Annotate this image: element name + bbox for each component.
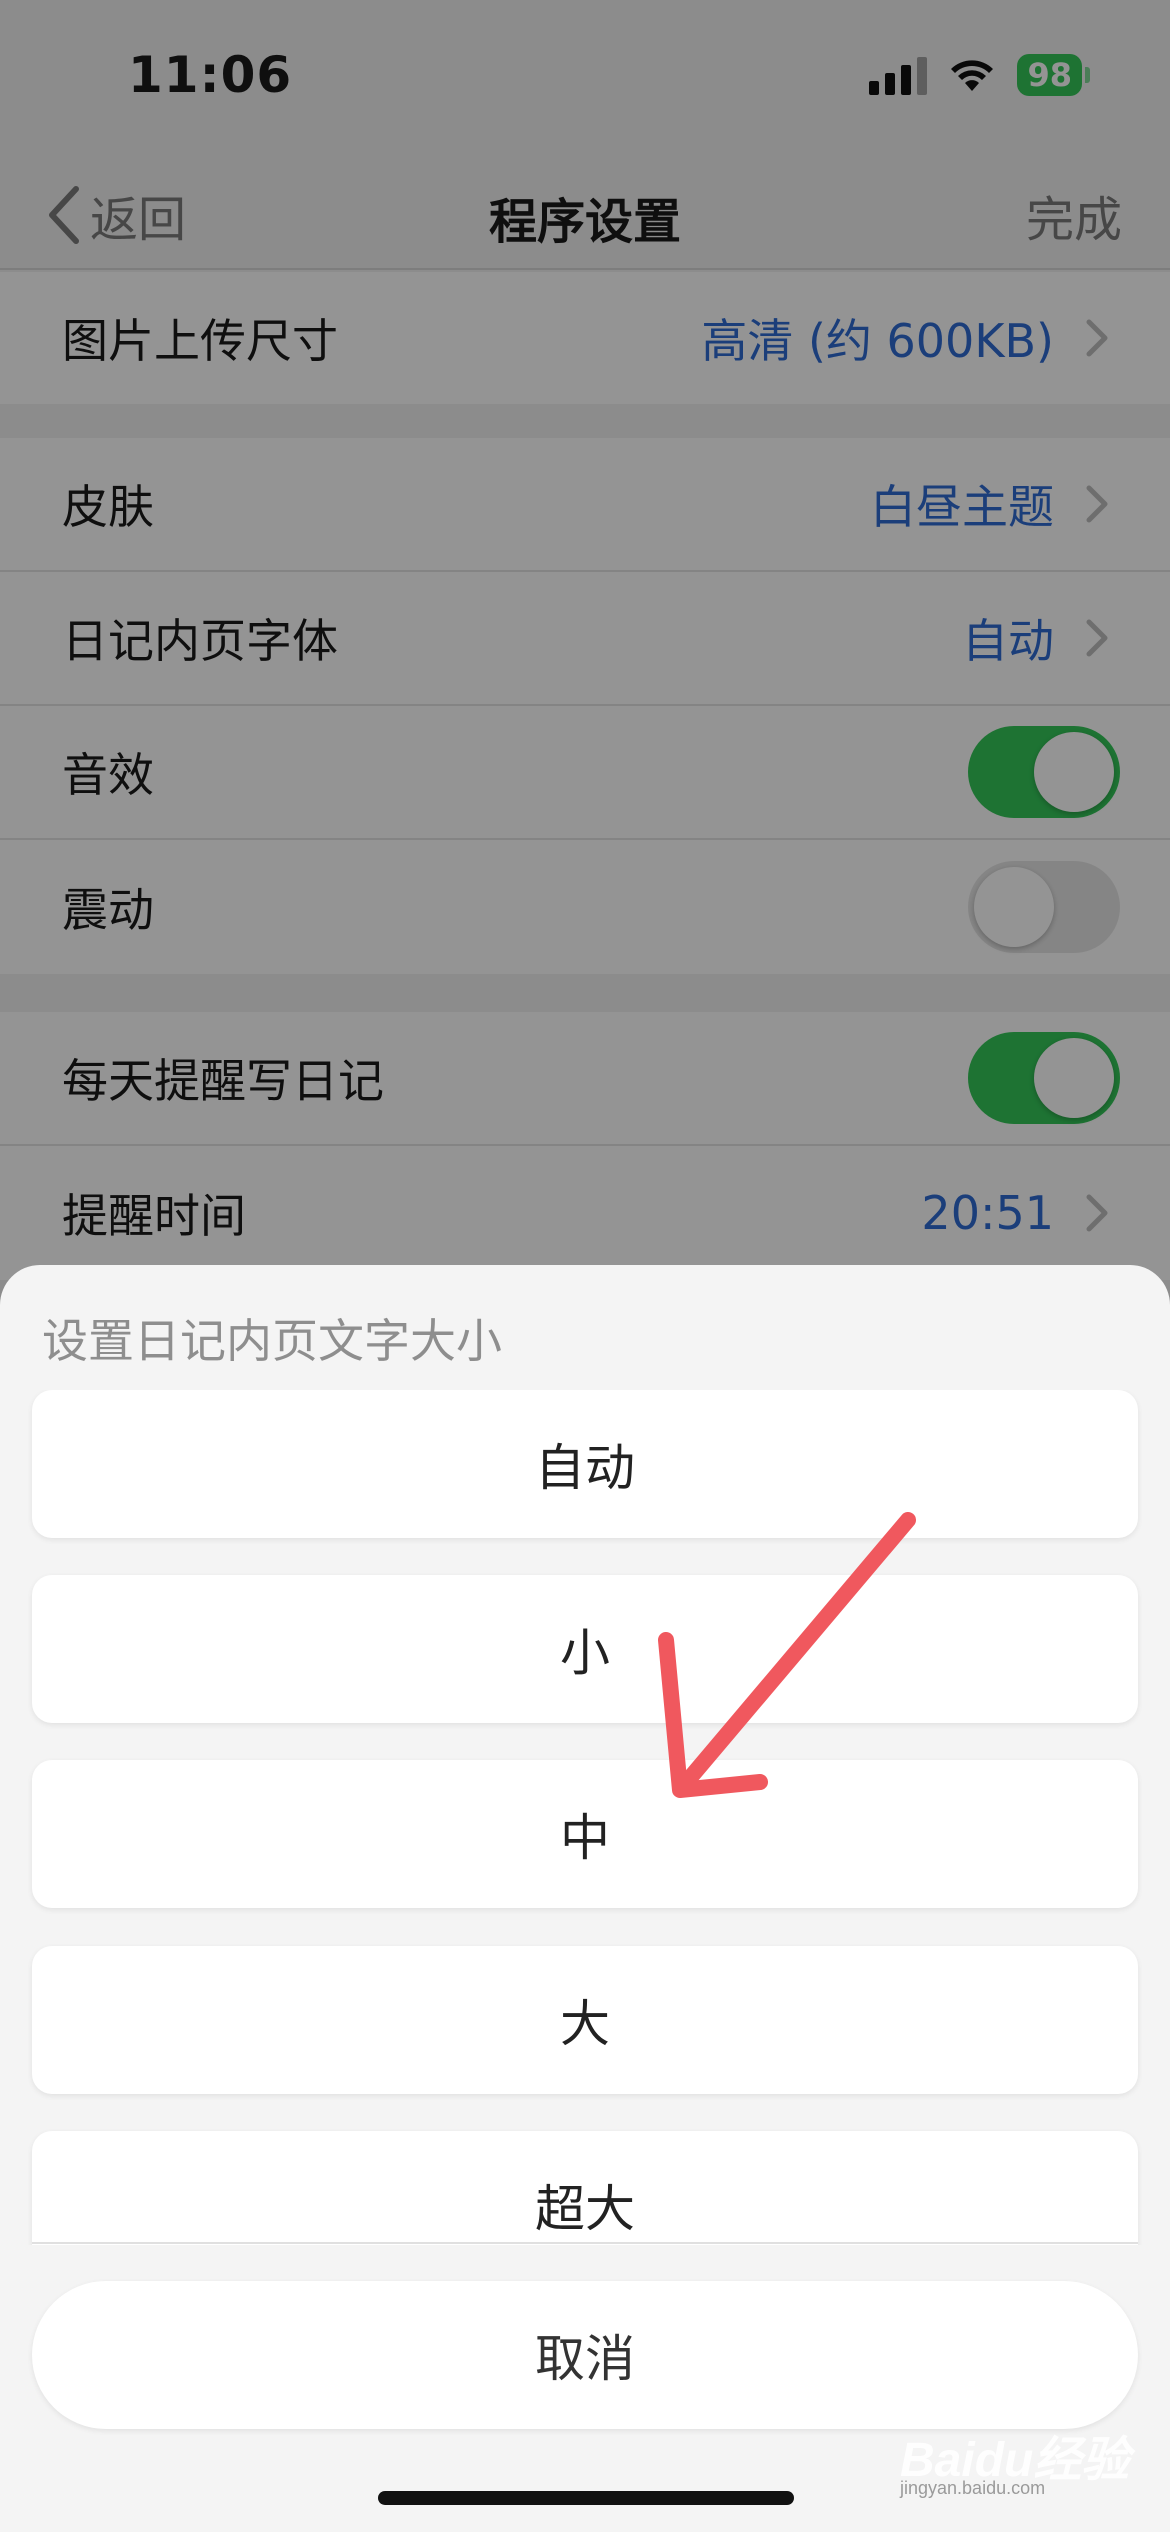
- baidu-watermark: Baidu经验 jingyan.baidu.com: [900, 2420, 1130, 2500]
- option-medium[interactable]: 中: [32, 1760, 1138, 1908]
- home-indicator[interactable]: [378, 2491, 794, 2505]
- option-small[interactable]: 小: [32, 1575, 1138, 1723]
- option-large[interactable]: 大: [32, 1946, 1138, 2094]
- option-list: 自动 小 中 大 超大: [0, 1390, 1170, 2245]
- cancel-button[interactable]: 取消: [32, 2281, 1138, 2429]
- watermark-url: jingyan.baidu.com: [900, 2478, 1046, 2498]
- sheet-title: 设置日记内页文字大小: [42, 1314, 502, 1368]
- option-extra-large[interactable]: 超大: [32, 2131, 1138, 2245]
- option-auto[interactable]: 自动: [32, 1390, 1138, 1538]
- action-sheet: 设置日记内页文字大小 自动 小 中 大 超大 取消: [0, 1265, 1170, 2532]
- divider: [32, 2242, 1138, 2244]
